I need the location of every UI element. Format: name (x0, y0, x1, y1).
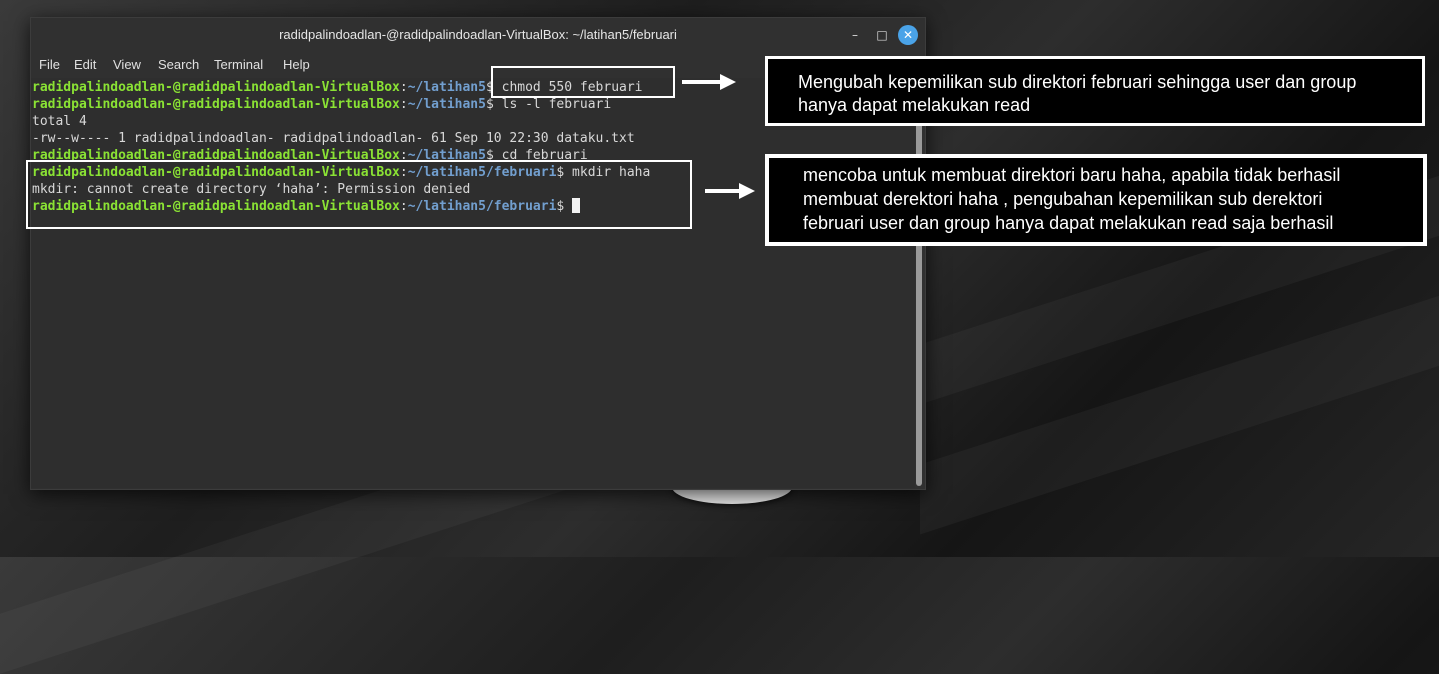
annotation-text: februari user dan group hanya dapat mela… (803, 213, 1334, 233)
menu-edit[interactable]: Edit (74, 57, 96, 72)
close-icon[interactable]: ✕ (898, 25, 918, 45)
window-title: radidpalindoadlan-@radidpalindoadlan-Vir… (279, 27, 677, 42)
prompt-user: radidpalindoadlan-@radidpalindoadlan-Vir… (32, 97, 400, 112)
annotation-box-chmod: Mengubah kepemilikan sub direktori febru… (765, 56, 1425, 126)
annotation-text: mencoba untuk membuat direktori baru hah… (803, 165, 1341, 185)
prompt-path: ~/latihan5 (407, 97, 486, 112)
menu-terminal[interactable]: Terminal (214, 57, 263, 72)
annotation-text: membuat derektori haha , pengubahan kepe… (803, 189, 1323, 209)
annotation-text: hanya dapat melakukan read (798, 95, 1031, 115)
arrow-right-icon (705, 183, 755, 199)
annotation-box-mkdir: mencoba untuk membuat direktori baru hah… (765, 154, 1427, 246)
terminal-output-text: -rw--w---- 1 radidpalindoadlan- radidpal… (32, 131, 635, 146)
highlight-mkdir-block (26, 160, 692, 229)
prompt-user: radidpalindoadlan-@radidpalindoadlan-Vir… (32, 80, 400, 95)
arrow-right-icon (682, 74, 736, 90)
highlight-chmod-command (491, 66, 675, 98)
maximize-icon[interactable]: □ (873, 26, 891, 44)
command-text: $ ls -l februari (485, 97, 612, 112)
window-titlebar[interactable]: radidpalindoadlan-@radidpalindoadlan-Vir… (31, 18, 925, 52)
terminal-output-text: total 4 (32, 114, 87, 129)
menu-help[interactable]: Help (283, 57, 310, 72)
menu-file[interactable]: File (39, 57, 60, 72)
menu-view[interactable]: View (113, 57, 141, 72)
menu-search[interactable]: Search (158, 57, 199, 72)
vertical-scrollbar[interactable] (916, 78, 922, 486)
terminal-line: radidpalindoadlan-@radidpalindoadlan-Vir… (32, 97, 612, 112)
minimize-icon[interactable]: – (846, 26, 864, 44)
annotation-text: Mengubah kepemilikan sub direktori febru… (798, 72, 1357, 92)
prompt-path: ~/latihan5 (407, 80, 486, 95)
